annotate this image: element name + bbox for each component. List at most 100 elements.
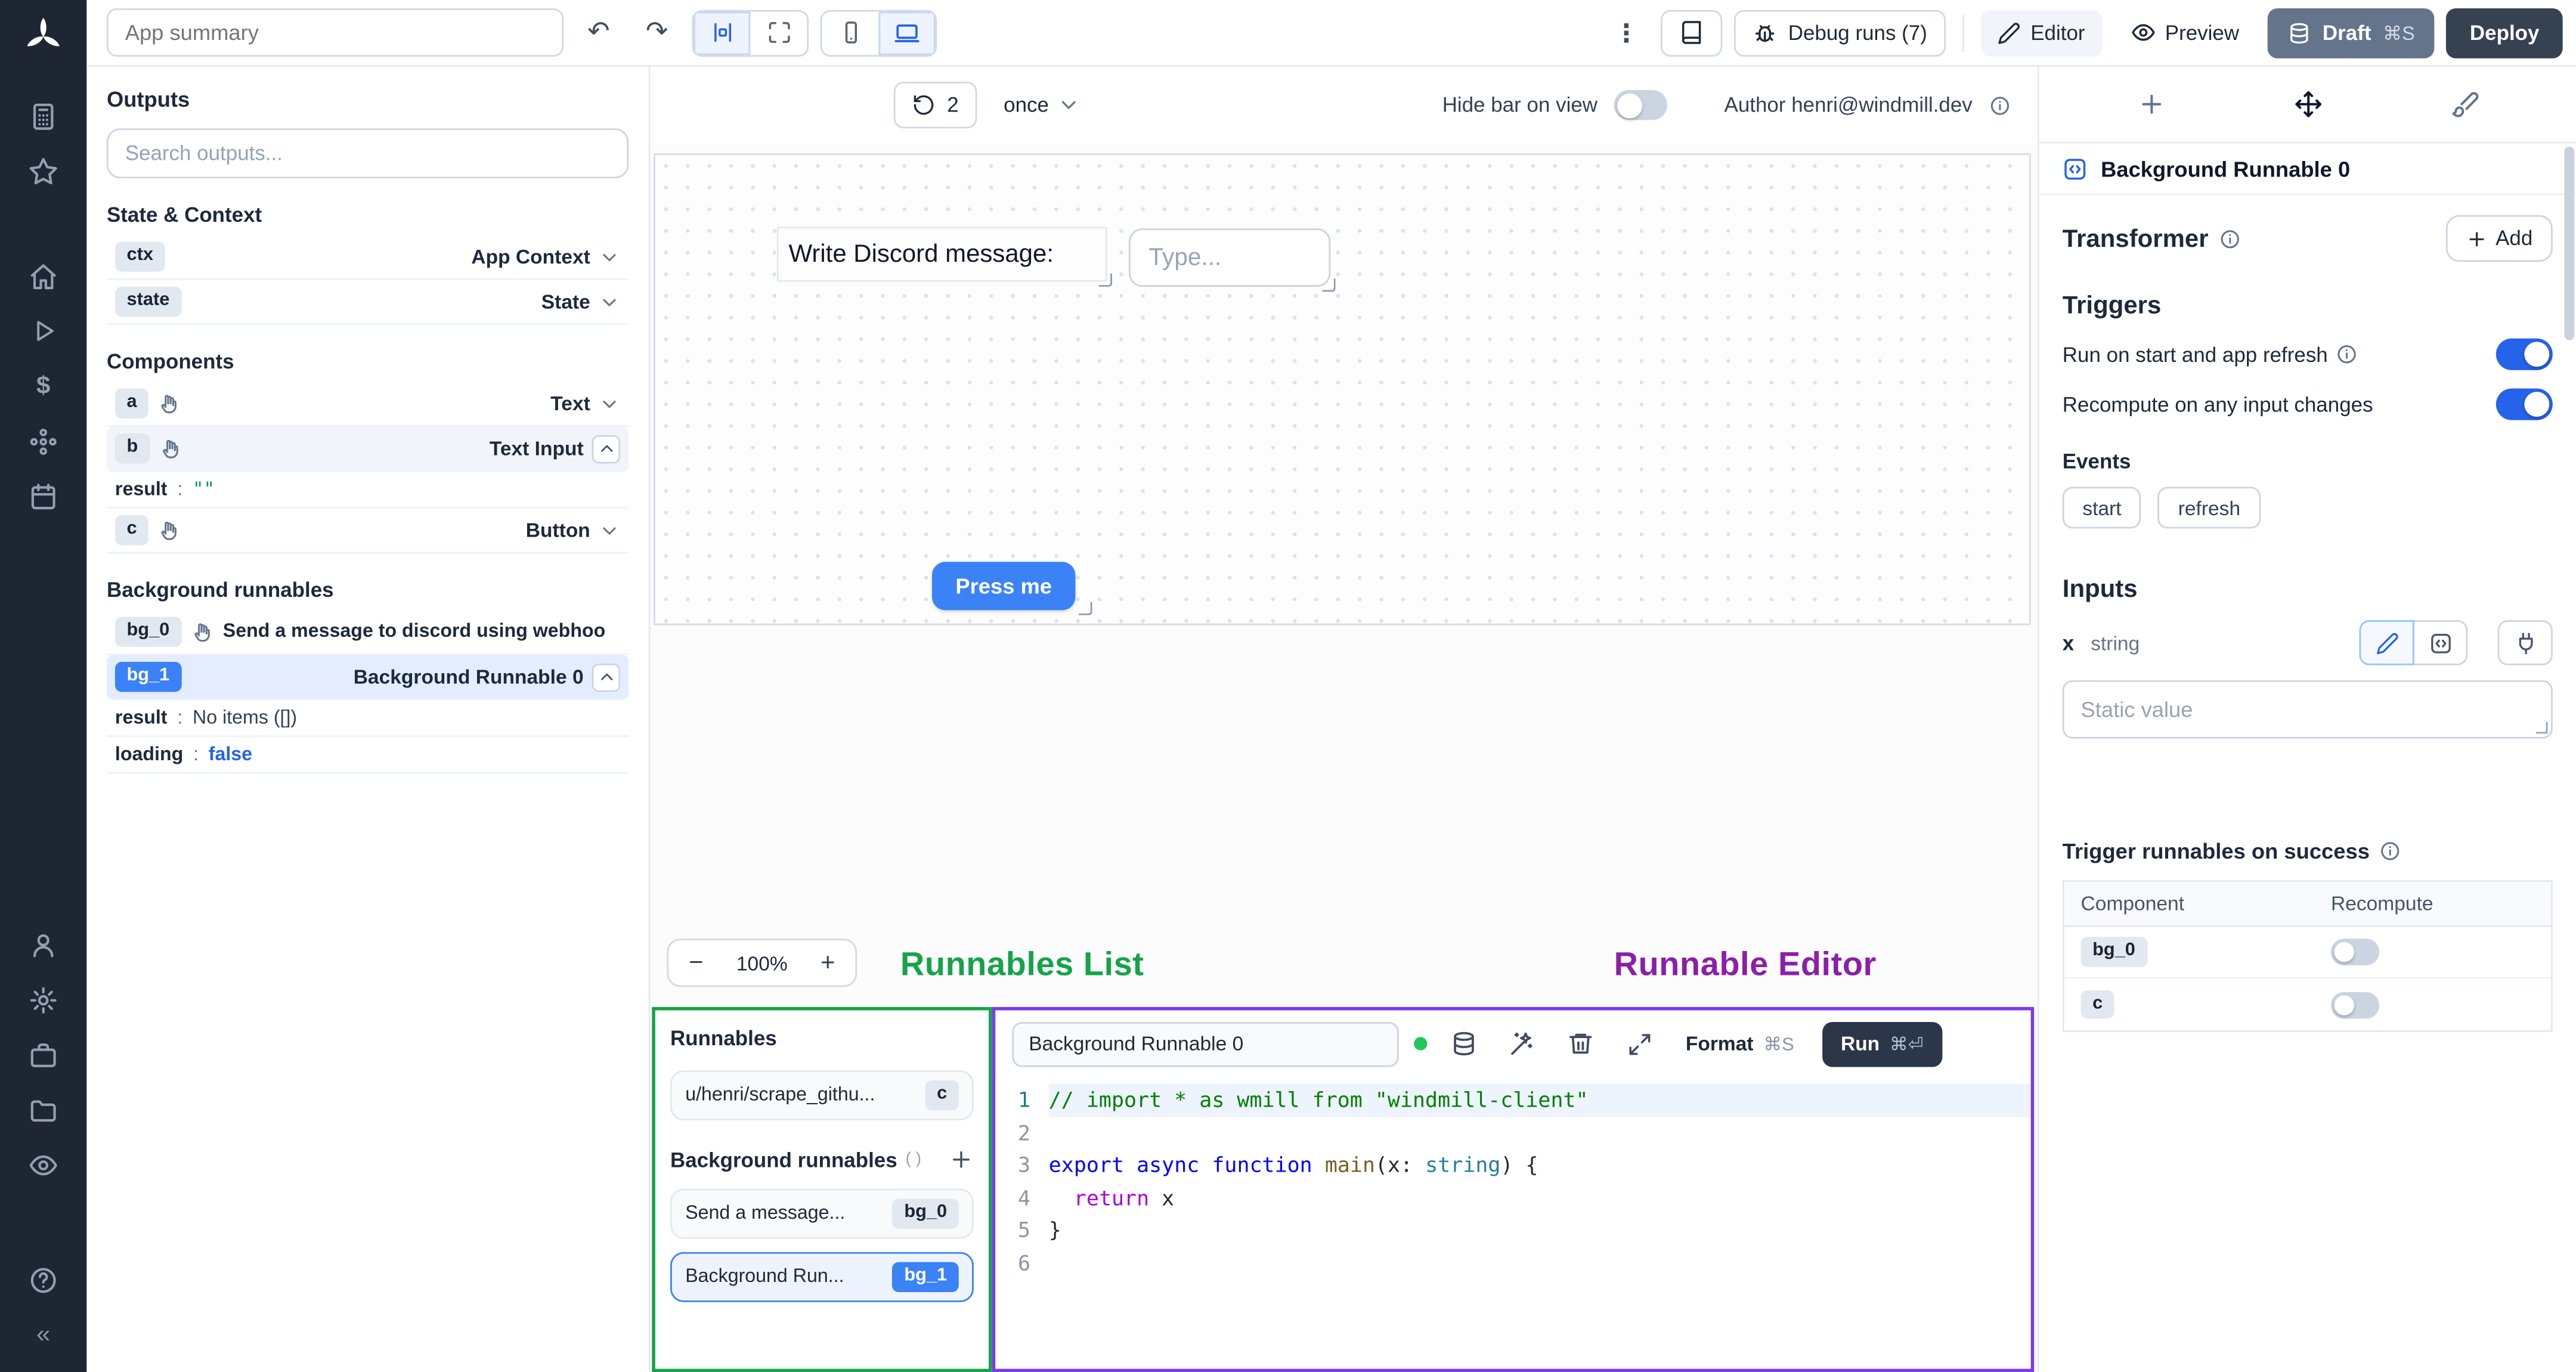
schedule-mode-dropdown[interactable]: once: [1004, 94, 1080, 117]
canvas-toolbar: 2 once Hide bar on view Author henri@win…: [650, 66, 2038, 144]
output-row-b[interactable]: b Text Input: [106, 426, 629, 472]
app-summary-input[interactable]: [106, 8, 564, 57]
text-input-component[interactable]: Type...: [1128, 228, 1336, 292]
fullscreen-icon[interactable]: [750, 11, 807, 54]
debug-runs-button[interactable]: Debug runs (7): [1735, 9, 1946, 56]
output-row-bg1[interactable]: bg_1 Background Runnable 0: [106, 655, 629, 701]
run-on-start-toggle[interactable]: [2496, 338, 2553, 370]
hide-bar-label: Hide bar on view: [1442, 93, 1598, 117]
collapse-chevron-up-icon[interactable]: [592, 662, 621, 691]
format-button[interactable]: Format ⌘S: [1686, 1032, 1794, 1055]
runnable-item-bg0[interactable]: Send a message... bg_0: [670, 1188, 974, 1239]
edit-static-icon[interactable]: [2359, 620, 2414, 665]
result-key: result: [114, 707, 168, 728]
code-editor[interactable]: 123456 // import * as wmill from "windmi…: [995, 1077, 2031, 1369]
output-row-c[interactable]: c Button: [106, 509, 629, 554]
runnable-item-script[interactable]: u/henri/scrape_githu... c: [670, 1070, 974, 1120]
c-recompute-toggle[interactable]: [2330, 991, 2380, 1018]
editor-header: Format ⌘S Run ⌘⏎: [995, 1010, 2030, 1077]
components-tab-icon[interactable]: [2274, 78, 2341, 131]
info-icon[interactable]: [2380, 840, 2401, 862]
add-runnable-button[interactable]: [949, 1147, 974, 1172]
text-component[interactable]: Write Discord message:: [776, 227, 1113, 287]
runnable-bg1-label: Background Run...: [685, 1267, 844, 1287]
ai-wand-icon[interactable]: [1501, 1022, 1544, 1066]
align-center-icon[interactable]: [693, 11, 751, 54]
expand-icon[interactable]: [1617, 1022, 1661, 1066]
run-shortcut: ⌘⏎: [1889, 1034, 1924, 1055]
resize-handle-icon[interactable]: [1079, 602, 1092, 615]
undo-icon[interactable]: ↶: [575, 9, 622, 55]
mobile-icon[interactable]: [822, 11, 878, 54]
bg0-recompute-toggle[interactable]: [2330, 939, 2380, 965]
preview-button[interactable]: Preview: [2113, 9, 2256, 55]
apps-icon[interactable]: [13, 88, 73, 143]
styling-tab-icon[interactable]: [2431, 78, 2498, 131]
delete-icon[interactable]: [1559, 1022, 1602, 1066]
runnable-item-bg1-selected[interactable]: Background Run... bg_1: [670, 1252, 974, 1302]
audit-eye-icon[interactable]: [13, 1137, 73, 1192]
chevron-down-icon[interactable]: [599, 246, 620, 267]
ctx-label: App Context: [471, 245, 590, 269]
zoom-out-button[interactable]: −: [668, 940, 723, 985]
collapse-sidebar-icon[interactable]: «: [13, 1307, 73, 1362]
code-input-icon[interactable]: [2412, 620, 2468, 665]
run-button[interactable]: Run ⌘⏎: [1822, 1021, 1942, 1067]
press-me-button-component[interactable]: Press me: [932, 562, 1092, 615]
redo-icon[interactable]: ↷: [634, 9, 680, 55]
user-icon[interactable]: [13, 917, 73, 972]
output-row-a[interactable]: a Text: [106, 382, 629, 427]
chevron-down-icon[interactable]: [599, 291, 620, 312]
info-icon[interactable]: [2218, 228, 2240, 249]
cache-icon[interactable]: [1442, 1022, 1486, 1066]
help-icon[interactable]: [13, 1252, 73, 1307]
workspace-icon[interactable]: [13, 1027, 73, 1082]
collapse-chevron-up-icon[interactable]: [592, 434, 621, 463]
connect-icon[interactable]: [2497, 620, 2553, 665]
app-canvas[interactable]: Write Discord message: Type... Press me: [654, 153, 2031, 625]
docs-button[interactable]: [1661, 9, 1723, 56]
loading-value: false: [208, 744, 253, 765]
favorites-star-icon[interactable]: [13, 143, 73, 198]
info-icon[interactable]: [1989, 94, 2011, 116]
output-row-bg0[interactable]: bg_0 Send a message to discord using web…: [106, 610, 629, 655]
editor-button[interactable]: Editor: [1980, 9, 2102, 56]
home-icon[interactable]: [13, 249, 73, 303]
settings-icon[interactable]: [13, 972, 73, 1027]
output-row-state[interactable]: state State: [106, 280, 629, 326]
windmill-logo[interactable]: [21, 15, 65, 58]
draft-button[interactable]: Draft ⌘S: [2267, 7, 2435, 58]
deploy-button[interactable]: Deploy: [2446, 7, 2563, 58]
add-transformer-button[interactable]: Add: [2445, 215, 2553, 262]
runnable-bg0-label: Send a message...: [685, 1203, 846, 1224]
resize-handle-icon[interactable]: [1322, 278, 1336, 292]
selected-runnable-header: Background Runnable 0: [2039, 143, 2576, 196]
recompute-toggle[interactable]: [2496, 388, 2553, 420]
zoom-in-button[interactable]: +: [800, 940, 855, 985]
runs-icon[interactable]: [13, 303, 73, 358]
hand-pointer-icon: [160, 438, 181, 459]
inspector-panel: Background Runnable 0 Transformer Add Tr…: [2037, 66, 2576, 1372]
resize-handle-icon[interactable]: [2535, 721, 2548, 734]
scrollbar[interactable]: [2564, 147, 2575, 340]
output-row-ctx[interactable]: ctx App Context: [106, 235, 629, 280]
static-value-input[interactable]: [2062, 680, 2553, 739]
resources-icon[interactable]: [13, 413, 73, 468]
chevron-down-icon[interactable]: [599, 392, 620, 414]
runnable-name-input[interactable]: [1012, 1021, 1399, 1067]
desktop-icon[interactable]: [878, 11, 936, 54]
insert-component-tab-plus-icon[interactable]: [2117, 78, 2184, 131]
hide-bar-toggle[interactable]: [1614, 89, 1668, 120]
search-outputs-input[interactable]: [106, 128, 629, 179]
schedules-icon[interactable]: [13, 469, 73, 524]
refresh-count-button[interactable]: 2: [893, 82, 977, 129]
kebab-menu-icon[interactable]: ⋮: [1603, 9, 1649, 55]
info-icon[interactable]: [2336, 343, 2358, 365]
folders-icon[interactable]: [13, 1082, 73, 1137]
triggers-title: Triggers: [2062, 292, 2162, 320]
event-start-badge: start: [2062, 487, 2142, 529]
variables-icon[interactable]: $: [13, 358, 73, 413]
chevron-down-icon[interactable]: [599, 519, 620, 541]
resize-handle-icon[interactable]: [1098, 273, 1113, 287]
preview-label: Preview: [2165, 20, 2240, 45]
